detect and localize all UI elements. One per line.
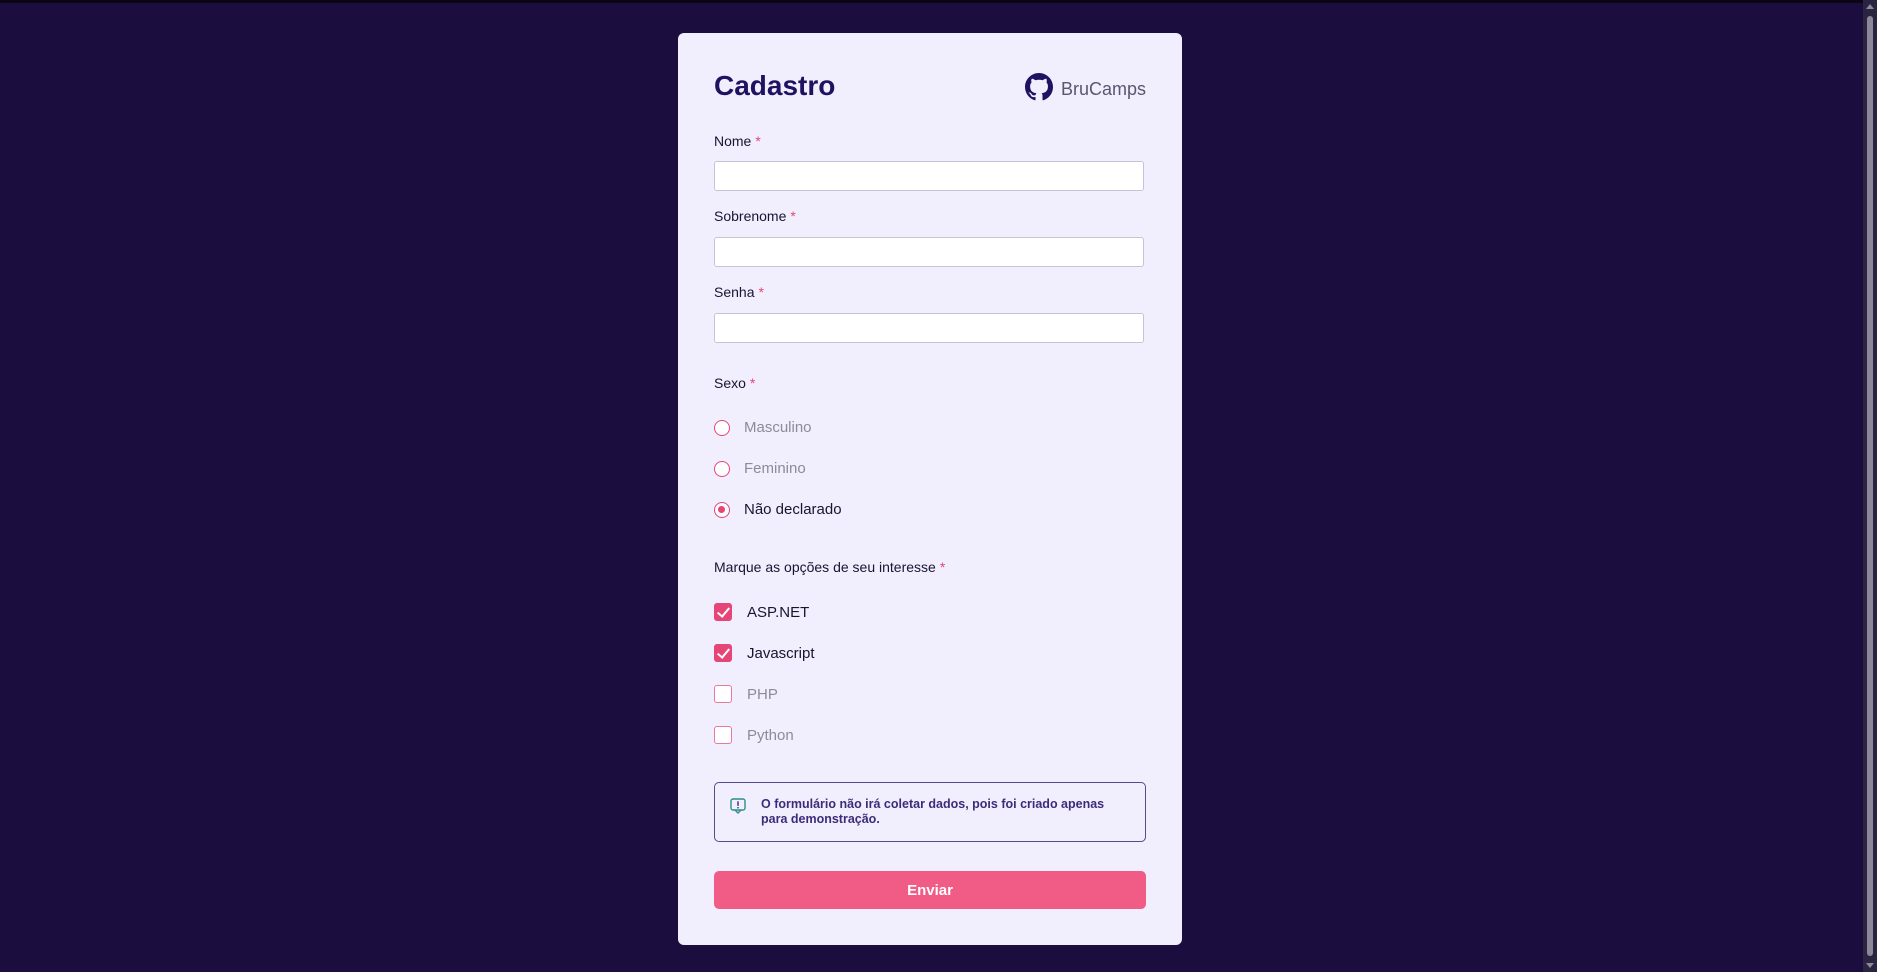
radio-option[interactable]: Feminino (714, 460, 806, 477)
senha-input[interactable] (714, 313, 1144, 343)
required-mark: * (758, 284, 764, 300)
page-scrollbar[interactable] (1863, 0, 1877, 972)
checkbox-option[interactable]: ASP.NET (714, 603, 809, 621)
checkbox-label: Python (747, 726, 794, 744)
card-header: Cadastro BruCamps (714, 67, 1146, 107)
senha-label-text: Senha (714, 284, 755, 300)
window-top-edge (0, 0, 1877, 3)
sobrenome-input[interactable] (714, 237, 1144, 267)
required-mark: * (749, 375, 756, 391)
radio-option[interactable]: Masculino (714, 419, 812, 436)
radio-option[interactable]: Não declarado (714, 501, 842, 518)
brand-link[interactable]: BruCamps (1024, 73, 1146, 106)
nome-input[interactable] (714, 161, 1144, 191)
nome-label-text: Nome (714, 133, 752, 149)
github-icon (1024, 73, 1053, 106)
required-mark: * (939, 559, 946, 575)
scrollbar-thumb[interactable] (1867, 16, 1873, 956)
checkbox[interactable] (714, 603, 732, 621)
radio-label: Masculino (744, 419, 812, 436)
checkbox-option[interactable]: Python (714, 726, 794, 744)
scroll-down-icon[interactable] (1866, 963, 1874, 968)
signup-card: Cadastro BruCamps Nome * Sobrenome * Senha… (678, 33, 1182, 945)
notice-text: O formulário não irá coletar dados, pois… (761, 797, 1105, 826)
checkbox-label: Javascript (747, 644, 815, 662)
checkbox[interactable] (714, 726, 732, 744)
radio-button[interactable] (714, 501, 730, 518)
sobrenome-label-text: Sobrenome (714, 208, 787, 224)
privacy-notice: O formulário não irá coletar dados, pois… (714, 782, 1146, 842)
submit-button[interactable]: Enviar (714, 871, 1146, 909)
radio-label: Não declarado (744, 501, 842, 518)
radio-button[interactable] (714, 419, 730, 436)
checkbox-option[interactable]: PHP (714, 685, 778, 703)
required-mark: * (755, 133, 761, 149)
interesses-label: Marque as opções de seu interesse * (714, 559, 945, 575)
senha-label: Senha * (714, 284, 764, 300)
checkbox-label: ASP.NET (747, 603, 810, 621)
interesses-label-text: Marque as opções de seu interesse (714, 559, 936, 575)
alert-icon (729, 797, 747, 815)
checkbox-option[interactable]: Javascript (714, 644, 815, 662)
radio-label: Feminino (744, 460, 806, 477)
sexo-label-text: Sexo (714, 375, 746, 391)
radio-button[interactable] (714, 460, 730, 477)
brand-name: BruCamps (1060, 79, 1146, 99)
checkbox[interactable] (714, 644, 732, 662)
checkbox-label: PHP (747, 685, 778, 703)
sobrenome-label: Sobrenome * (714, 208, 796, 224)
sexo-label: Sexo * (714, 375, 755, 391)
scroll-up-icon[interactable] (1866, 4, 1874, 9)
required-mark: * (790, 208, 796, 224)
page-title: Cadastro (714, 70, 836, 101)
nome-label: Nome * (714, 133, 761, 149)
checkbox[interactable] (714, 685, 732, 703)
